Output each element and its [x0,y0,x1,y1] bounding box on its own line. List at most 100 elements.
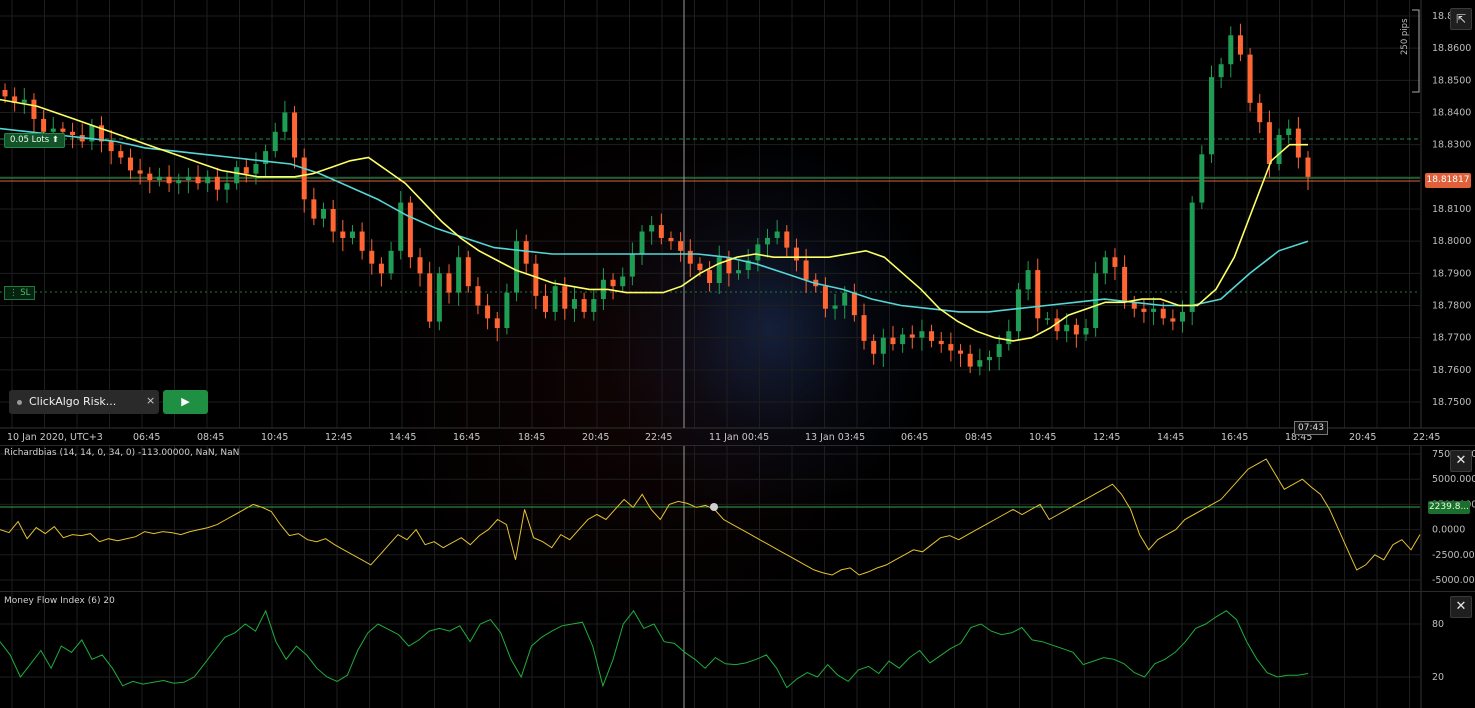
bot-name: ClickAlgo Risk... [29,395,117,408]
candle-body [1112,257,1118,267]
close-richardbias-button[interactable]: ✕ [1450,450,1472,472]
candle-body [1015,289,1021,332]
candle-body [2,89,8,97]
pips-ruler [1412,9,1420,93]
time-axis-label: 08:45 [197,432,224,443]
candle-body [436,273,442,322]
time-axis-label: 08:45 [965,432,992,443]
time-axis-label: 12:45 [1093,432,1120,443]
candle-body [214,176,220,190]
candle-body [977,360,983,367]
candle-body [398,202,404,251]
candle-body [697,263,703,271]
close-money-flow-index-button[interactable]: ✕ [1450,596,1472,618]
candle-body [41,118,47,132]
price-axis-label: 18.7700 [1432,333,1471,344]
crosshair-point [710,503,718,511]
richardbias-pane[interactable]: 7500.00005000.00002500.00000.0000-2500.0… [0,446,1475,591]
candle-body [301,157,307,200]
candle-body [890,337,896,345]
candle-body [1295,128,1301,158]
candle-body [851,292,857,316]
close-icon[interactable]: × [146,394,155,407]
candle-body [929,331,935,341]
candle-body [552,286,558,312]
candle-body [185,176,191,181]
candle-body [658,225,664,238]
price-chart[interactable]: 18.870018.860018.850018.840018.830018.82… [0,0,1475,445]
pips-ruler-label: 250 pips [1400,18,1410,55]
price-axis-label: 18.7800 [1432,301,1471,312]
candle-body [774,231,780,238]
richardbias-line [0,458,1421,576]
candle-body [514,241,520,293]
candle-body [330,209,336,232]
bot-widget[interactable]: ClickAlgo Risk... × [9,390,159,414]
expand-chart-button[interactable]: ⇱ [1450,8,1472,30]
candle-body [224,183,230,190]
bot-play-button[interactable]: ▶ [163,390,208,414]
candle-body [272,131,278,152]
candle-body [938,340,944,345]
stop-loss-tag[interactable]: ⋮ SL [4,286,36,300]
money-flow-index-pane[interactable]: 80 20 Money Flow Index (6) 20 ✕ [0,592,1475,708]
candle-body [176,180,182,184]
price-axis-label: 18.7500 [1432,397,1471,408]
current-price-badge: 18.81817 [1425,173,1471,188]
crosshair-time-badge: 07:43 [1294,421,1328,435]
candle-body [1170,318,1176,322]
price-axis-label: 18.8100 [1432,204,1471,215]
price-axis-label: 18.8400 [1432,108,1471,119]
time-axis-label: 22:45 [1413,432,1440,443]
candle-body [147,173,153,181]
price-chart-pane[interactable]: 18.870018.860018.850018.840018.830018.82… [0,0,1475,445]
bot-status-indicator [17,400,22,405]
candle-body [822,286,828,309]
candle-body [610,279,616,287]
candle-body [282,112,288,132]
candle-body [1218,64,1224,78]
candle-body [349,231,355,238]
candle-body [118,151,124,158]
candle-body [407,202,413,258]
time-axis-label: 10:45 [1029,432,1056,443]
richardbias-chart[interactable]: 7500.00005000.00002500.00000.0000-2500.0… [0,446,1475,591]
time-axis-label: 12:45 [325,432,352,443]
expand-icon: ⇱ [1455,12,1467,26]
time-axis-label: 11 Jan 00:45 [709,432,769,443]
candle-body [1025,270,1031,290]
candle-body [871,340,877,354]
money-flow-index-chart[interactable]: 80 20 [0,592,1475,708]
close-icon: ✕ [1455,599,1467,614]
candle-body [958,350,964,354]
time-axis-label: 18:45 [518,432,545,443]
richardbias-axis-label: 0.0000 [1432,525,1465,536]
candle-body [156,176,162,181]
play-icon: ▶ [181,395,190,408]
candle-body [1257,102,1263,123]
price-axis-label: 18.8600 [1432,43,1471,54]
candle-body [321,209,327,219]
candle-body [504,292,510,329]
candle-body [562,286,568,309]
candle-body [909,334,915,338]
candle-body [1305,157,1311,177]
candle-body [764,237,770,245]
richardbias-level-badge: 2239.8... [1428,501,1470,514]
price-axis-label: 18.7900 [1432,268,1471,279]
mfi-axis-label: 80 [1432,619,1444,630]
candle-body [591,299,597,312]
candle-body [60,128,66,132]
time-axis-label: 13 Jan 03:45 [805,432,865,443]
candle-body [1208,77,1214,155]
candle-body [253,163,259,174]
position-lots-tag[interactable]: 0.05 Lots ⬆ [4,133,65,148]
candle-body [108,141,114,152]
candle-body [388,250,394,274]
candle-body [1073,324,1079,335]
candle-body [70,131,76,136]
candle-body [494,318,500,329]
candle-body [417,257,423,274]
candle-body [378,263,384,274]
candle-body [687,250,693,264]
